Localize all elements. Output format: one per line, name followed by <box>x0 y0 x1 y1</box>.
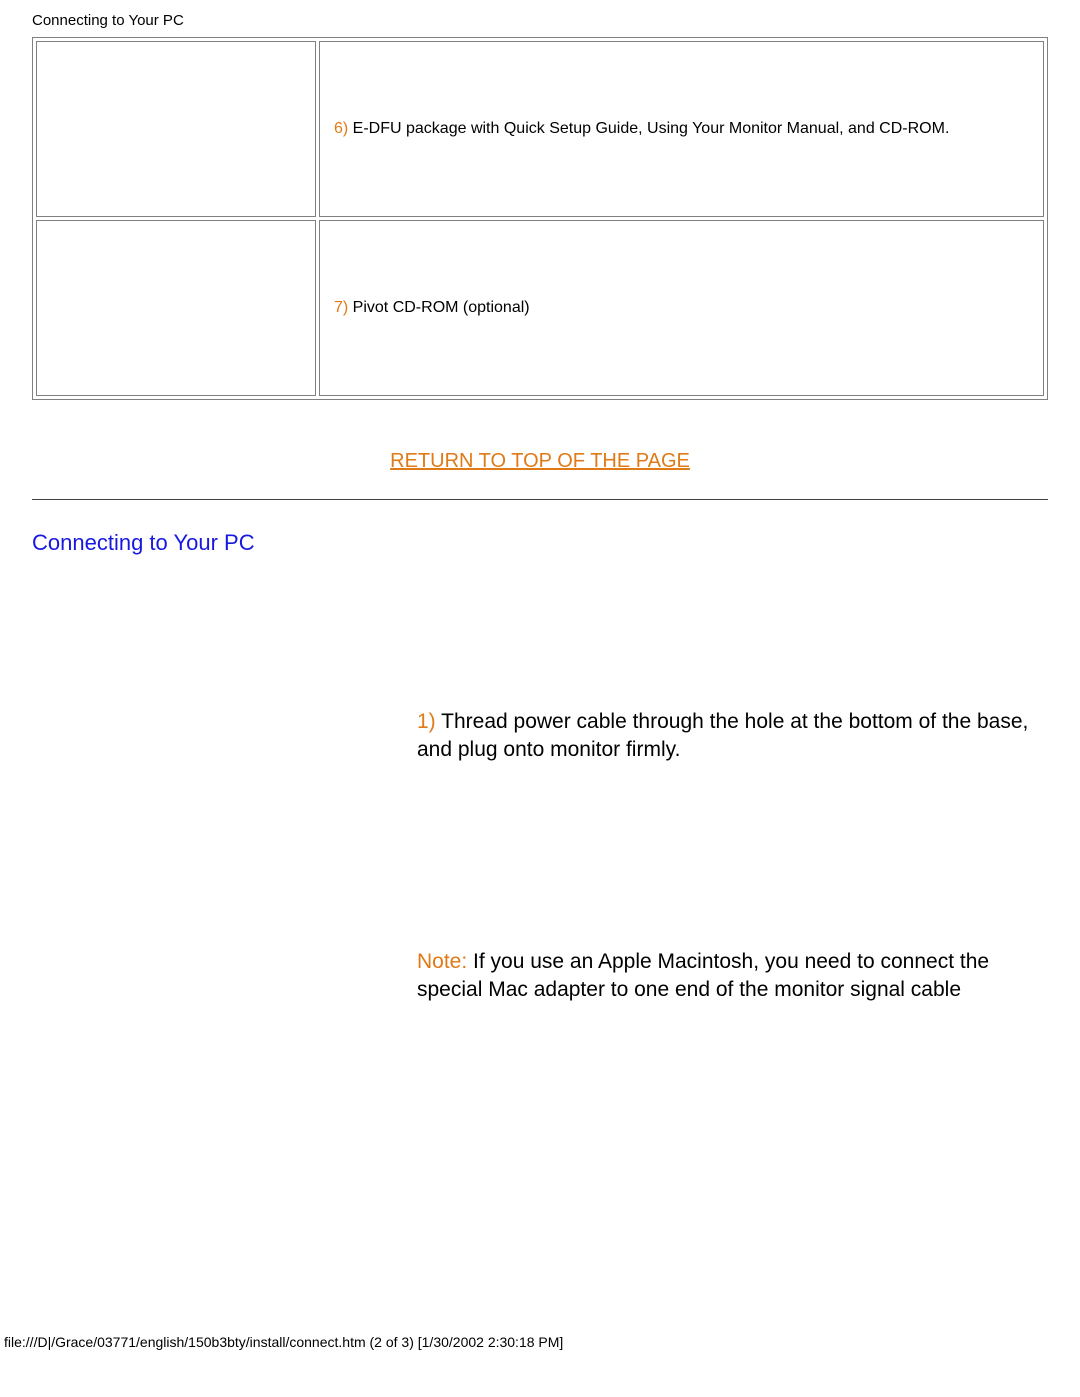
pack-item-image-placeholder <box>36 220 316 396</box>
step-text: Thread power cable through the hole at t… <box>417 710 1028 761</box>
step-text-cell: Note: If you use an Apple Macintosh, you… <box>407 856 1048 1096</box>
step-image-placeholder <box>32 616 407 856</box>
table-row: 1) Thread power cable through the hole a… <box>32 616 1048 856</box>
page-header-title: Connecting to Your PC <box>32 8 1048 37</box>
table-row: 7) Pivot CD-ROM (optional) <box>36 220 1044 396</box>
pack-contents-table: 6) E-DFU package with Quick Setup Guide,… <box>32 37 1048 400</box>
table-row: 6) E-DFU package with Quick Setup Guide,… <box>36 41 1044 217</box>
step-image-placeholder <box>32 856 407 1096</box>
pack-item-text-cell: 6) E-DFU package with Quick Setup Guide,… <box>319 41 1044 217</box>
item-text: E-DFU package with Quick Setup Guide, Us… <box>348 120 949 137</box>
table-row: Note: If you use an Apple Macintosh, you… <box>32 856 1048 1096</box>
note-label: Note: <box>417 950 467 973</box>
return-to-top-container: RETURN TO TOP OF THE PAGE <box>32 400 1048 493</box>
item-number: 7) <box>334 299 348 316</box>
note-text: If you use an Apple Macintosh, you need … <box>417 950 989 1001</box>
item-text: Pivot CD-ROM (optional) <box>348 299 529 316</box>
item-number: 6) <box>334 120 348 137</box>
step-text-cell: 1) Thread power cable through the hole a… <box>407 616 1048 856</box>
steps-table: 1) Thread power cable through the hole a… <box>32 616 1048 1096</box>
pack-item-image-placeholder <box>36 41 316 217</box>
section-title: Connecting to Your PC <box>32 530 1048 556</box>
step-number: 1) <box>417 710 436 733</box>
page-footer-path: file:///D|/Grace/03771/english/150b3bty/… <box>0 1304 1080 1356</box>
pack-item-text-cell: 7) Pivot CD-ROM (optional) <box>319 220 1044 396</box>
section-divider <box>32 499 1048 500</box>
return-to-top-link[interactable]: RETURN TO TOP OF THE PAGE <box>390 450 690 472</box>
